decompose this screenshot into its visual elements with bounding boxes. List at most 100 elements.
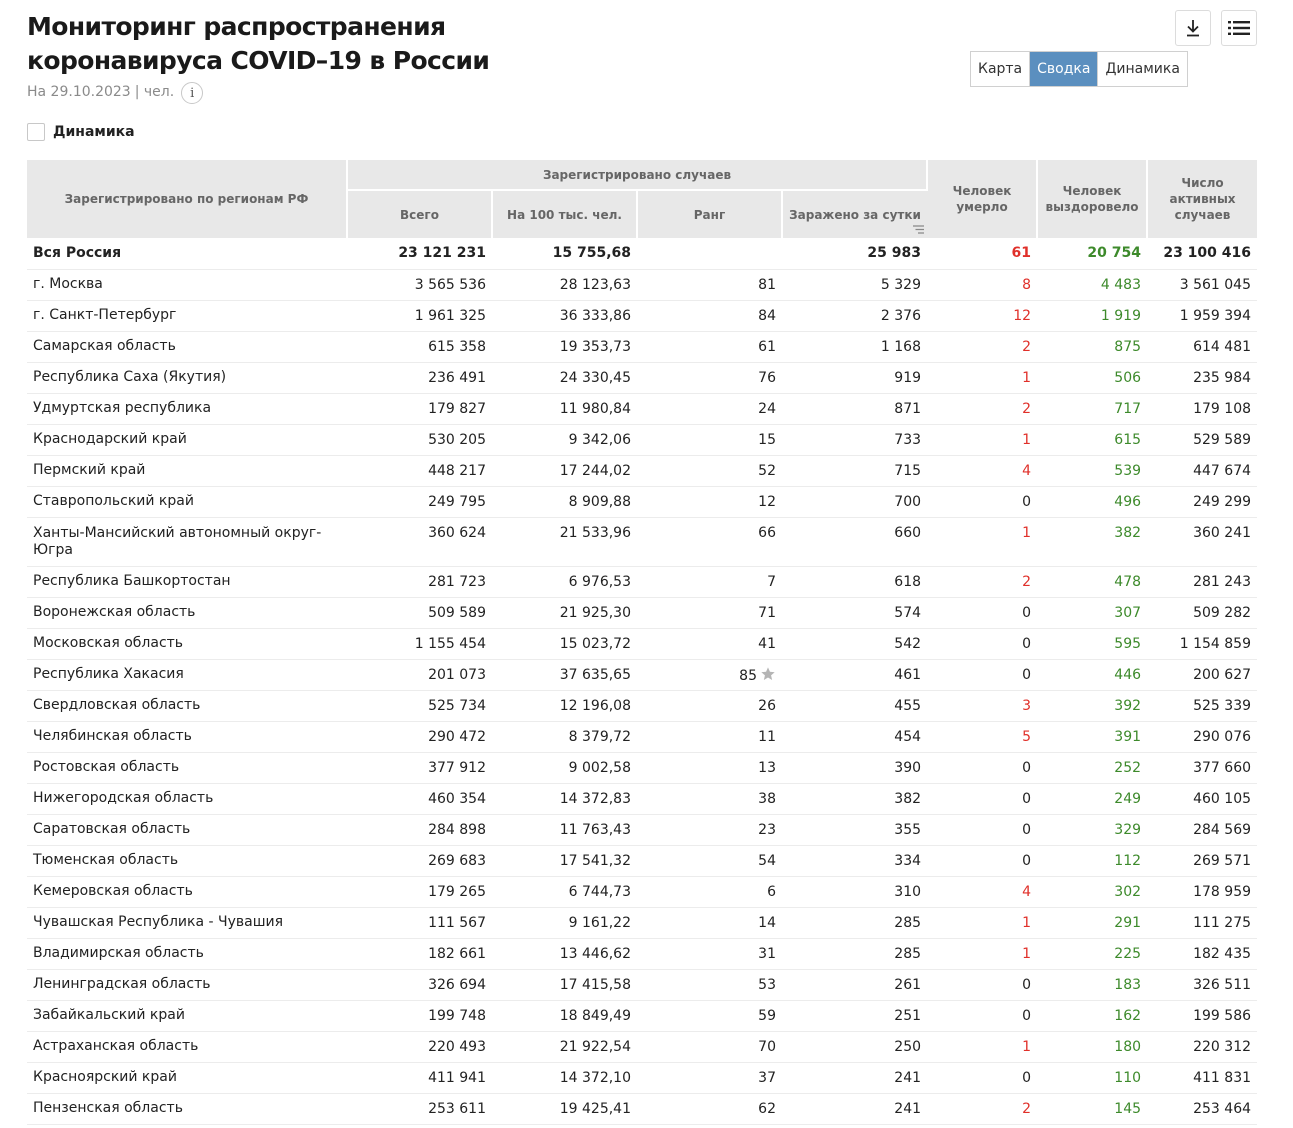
table-row[interactable]: Челябинская область 290 472 8 379,72 11 454 5…	[27, 721, 1258, 753]
table-row[interactable]: Республика Хакасия 201 073 37 635,65 85 461 0…	[27, 659, 1258, 691]
info-icon[interactable]: i	[181, 82, 204, 104]
cell-region: г. Санкт-Петербург	[27, 300, 347, 332]
cell-rank: 7	[637, 566, 782, 598]
cell-died: 8	[927, 269, 1038, 301]
table-row[interactable]: Саратовская область 284 898 11 763,43 23 355…	[27, 814, 1258, 846]
cell-total: 281 723	[347, 566, 492, 598]
table-row[interactable]: Самарская область 615 358 19 353,73 61 1 168…	[27, 331, 1258, 363]
cell-active: 1 154 859	[1147, 628, 1258, 660]
cell-rank: 59	[637, 1000, 782, 1032]
cell-died: 1	[927, 517, 1038, 567]
header-per100k[interactable]: На 100 тыс. чел.	[492, 190, 638, 238]
cell-daily: 241	[782, 1062, 928, 1094]
cell-total: 326 694	[347, 969, 492, 1001]
cell-died: 1	[927, 938, 1038, 970]
cell-active: 529 589	[1147, 424, 1258, 456]
header-recovered[interactable]: Человек выздоровело	[1037, 160, 1149, 238]
cell-per100k: 9 161,22	[492, 907, 637, 939]
header-died[interactable]: Человек умерло	[927, 160, 1039, 238]
cell-region: Кемеровская область	[27, 876, 347, 908]
table-row[interactable]: Астраханская область 220 493 21 922,54 70 25…	[27, 1031, 1258, 1063]
cell-recovered: 112	[1037, 845, 1148, 877]
cell-rank: 31	[637, 938, 782, 970]
table-row[interactable]: Республика Башкортостан 281 723 6 976,53 7 6…	[27, 566, 1258, 598]
tab-map[interactable]: Карта	[971, 52, 1031, 86]
cell-died: 0	[927, 1062, 1038, 1094]
cell-active: 23 100 416	[1147, 238, 1258, 270]
tab-summary[interactable]: Сводка	[1030, 52, 1099, 86]
cell-daily: 285	[782, 907, 928, 939]
cell-daily: 5 329	[782, 269, 928, 301]
table-row[interactable]: Тюменская область 269 683 17 541,32 54 334 0 1…	[27, 845, 1258, 877]
header-total[interactable]: Всего	[347, 190, 493, 238]
cell-recovered: 252	[1037, 752, 1148, 784]
table-row[interactable]: Республика Саха (Якутия) 236 491 24 330,45…	[27, 362, 1258, 394]
menu-icon	[1228, 21, 1250, 35]
cell-per100k: 18 849,49	[492, 1000, 637, 1032]
cell-died: 12	[927, 300, 1038, 332]
cell-died: 0	[927, 659, 1038, 691]
table-row[interactable]: Свердловская область 525 734 12 196,08 26 45…	[27, 690, 1258, 722]
table-row[interactable]: Чувашская Республика - Чувашия 111 567 9 1…	[27, 907, 1258, 939]
cell-region: Республика Саха (Якутия)	[27, 362, 347, 394]
cell-region: Красноярский край	[27, 1062, 347, 1094]
table-row[interactable]: Забайкальский край 199 748 18 849,49 59 251 0…	[27, 1000, 1258, 1032]
cell-rank: 15	[637, 424, 782, 456]
cell-active: 235 984	[1147, 362, 1258, 394]
cell-region: Пермский край	[27, 455, 347, 487]
table-row[interactable]: Удмуртская республика 179 827 11 980,84 24 8…	[27, 393, 1258, 425]
cell-active: 281 243	[1147, 566, 1258, 598]
table-row[interactable]: Нижегородская область 460 354 14 372,83 38 3…	[27, 783, 1258, 815]
header-daily-label: Заражено за сутки	[789, 207, 921, 222]
cell-active: 253 464	[1147, 1093, 1258, 1125]
header-active[interactable]: Число активных случаев	[1147, 160, 1258, 238]
table-row[interactable]: Красноярский край 411 941 14 372,10 37 241 0 1…	[27, 1062, 1258, 1094]
cell-rank: 81	[637, 269, 782, 301]
cell-rank: 14	[637, 907, 782, 939]
table-row[interactable]: Ленинградская область 326 694 17 415,58 53 2…	[27, 969, 1258, 1001]
table-row[interactable]: г. Санкт-Петербург 1 961 325 36 333,86 84 2 …	[27, 300, 1258, 332]
table-row[interactable]: Краснодарский край 530 205 9 342,06 15 733 1 6…	[27, 424, 1258, 456]
table-row[interactable]: Московская область 1 155 454 15 023,72 41 54…	[27, 628, 1258, 660]
cell-rank: 52	[637, 455, 782, 487]
cell-region: Тюменская область	[27, 845, 347, 877]
cell-total: 179 827	[347, 393, 492, 425]
cell-died: 2	[927, 393, 1038, 425]
table-row[interactable]: Ростовская область 377 912 9 002,58 13 390 0 2…	[27, 752, 1258, 784]
table-row[interactable]: Владимирская область 182 661 13 446,62 31 28…	[27, 938, 1258, 970]
cell-rank: 70	[637, 1031, 782, 1063]
cell-per100k: 17 541,32	[492, 845, 637, 877]
table-row-total[interactable]: Вся Россия 23 121 231 15 755,68 25 983 6…	[27, 238, 1258, 270]
header-daily[interactable]: Заражено за сутки	[782, 190, 928, 238]
cell-daily: 455	[782, 690, 928, 722]
table-row[interactable]: Ставропольский край 249 795 8 909,88 12 700 0…	[27, 486, 1258, 518]
cell-daily: 250	[782, 1031, 928, 1063]
cell-region: Удмуртская республика	[27, 393, 347, 425]
table-row[interactable]: г. Москва 3 565 536 28 123,63 81 5 329 8 4 483…	[27, 269, 1258, 301]
cell-recovered: 615	[1037, 424, 1148, 456]
dynamics-checkbox[interactable]	[27, 123, 45, 141]
cell-daily: 251	[782, 1000, 928, 1032]
sort-desc-icon[interactable]	[913, 225, 925, 234]
cell-died: 0	[927, 814, 1038, 846]
table-row[interactable]: Ханты-Мансийский автономный округ-Югра 36…	[27, 517, 1258, 567]
cell-died: 0	[927, 783, 1038, 815]
cell-died: 4	[927, 455, 1038, 487]
header-region[interactable]: Зарегистрировано по регионам РФ	[27, 160, 348, 238]
download-button[interactable]	[1175, 10, 1211, 46]
cell-region: Свердловская область	[27, 690, 347, 722]
tab-dynamics[interactable]: Динамика	[1098, 52, 1187, 86]
cell-daily: 733	[782, 424, 928, 456]
menu-button[interactable]	[1221, 10, 1257, 46]
cell-daily: 454	[782, 721, 928, 753]
header-rank[interactable]: Ранг	[637, 190, 783, 238]
unit-label: | чел.	[134, 84, 175, 100]
dynamics-toggle[interactable]: Динамика	[27, 123, 135, 141]
cell-active: 290 076	[1147, 721, 1258, 753]
table-row[interactable]: Пермский край 448 217 17 244,02 52 715 4 539 44…	[27, 455, 1258, 487]
table-row[interactable]: Пензенская область 253 611 19 425,41 62 241 2…	[27, 1093, 1258, 1125]
table-row[interactable]: Кемеровская область 179 265 6 744,73 6 310 4 3…	[27, 876, 1258, 908]
table-row[interactable]: Воронежская область 509 589 21 925,30 71 574…	[27, 597, 1258, 629]
cell-rank: 6	[637, 876, 782, 908]
cell-active: 460 105	[1147, 783, 1258, 815]
